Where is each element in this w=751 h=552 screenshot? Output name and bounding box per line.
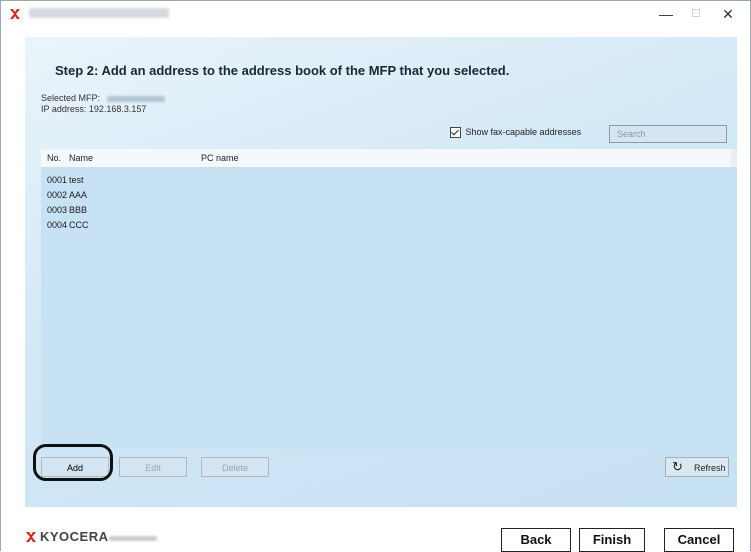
row-name: CCC [69,220,89,230]
setup-tool-window: — ☐ ✕ Step 2: Add an address to the addr… [0,0,751,552]
kyocera-logo-icon [10,9,20,19]
table-header: No. Name PC name [41,149,731,168]
ip-address-info: IP address: 192.168.3.157 [41,104,147,114]
show-fax-checkbox[interactable]: Show fax-capable addresses [450,127,582,139]
table-row[interactable]: 0003 BBB [41,203,731,218]
show-fax-label: Show fax-capable addresses [465,127,582,137]
row-no: 0003 [47,205,68,215]
brand-name: KYOCERA [40,529,109,544]
add-button-highlight-callout [33,444,113,481]
row-no: 0004 [47,220,68,230]
refresh-button[interactable]: ↻ Refresh [665,457,729,477]
step-title: Step 2: Add an address to the address bo… [55,63,510,78]
version-text-blurred [109,536,157,541]
selected-mfp-value-blurred [106,95,165,102]
checkbox-checked-icon[interactable] [450,127,461,139]
address-table: No. Name PC name 0001 test 0002 AAA 0003… [41,149,737,449]
selected-mfp-label: Selected MFP: [41,93,101,103]
column-header-pc-name[interactable]: PC name [201,153,239,163]
column-header-no[interactable]: No. [47,153,61,163]
delete-button[interactable]: Delete [201,457,269,477]
table-row[interactable]: 0002 AAA [41,188,731,203]
title-bar: — ☐ ✕ [1,1,750,27]
row-no: 0001 [47,175,68,185]
back-button[interactable]: Back [501,528,571,552]
table-row[interactable]: 0001 test [41,173,731,188]
selected-mfp-info: Selected MFP: [41,93,165,103]
refresh-icon: ↻ [672,459,683,474]
cancel-button[interactable]: Cancel [664,528,734,552]
maximize-button[interactable]: ☐ [681,5,711,23]
column-header-name[interactable]: Name [69,153,93,163]
main-panel: Step 2: Add an address to the address bo… [25,37,737,507]
footer-bar: KYOCERA Back Finish Cancel [1,516,750,552]
edit-button[interactable]: Edit [119,457,187,477]
search-input[interactable]: Search [609,125,727,143]
row-name: AAA [69,190,88,200]
row-name: test [69,175,84,185]
minimize-button[interactable]: — [651,5,681,23]
refresh-label: Refresh [694,463,726,473]
finish-button[interactable]: Finish [579,528,645,552]
row-no: 0002 [47,190,68,200]
window-title-blurred [29,8,169,18]
table-row[interactable]: 0004 CCC [41,218,731,233]
kyocera-mark-icon [26,532,36,542]
scrollbar[interactable] [731,149,737,167]
row-name: BBB [69,205,88,215]
close-button[interactable]: ✕ [713,5,743,23]
